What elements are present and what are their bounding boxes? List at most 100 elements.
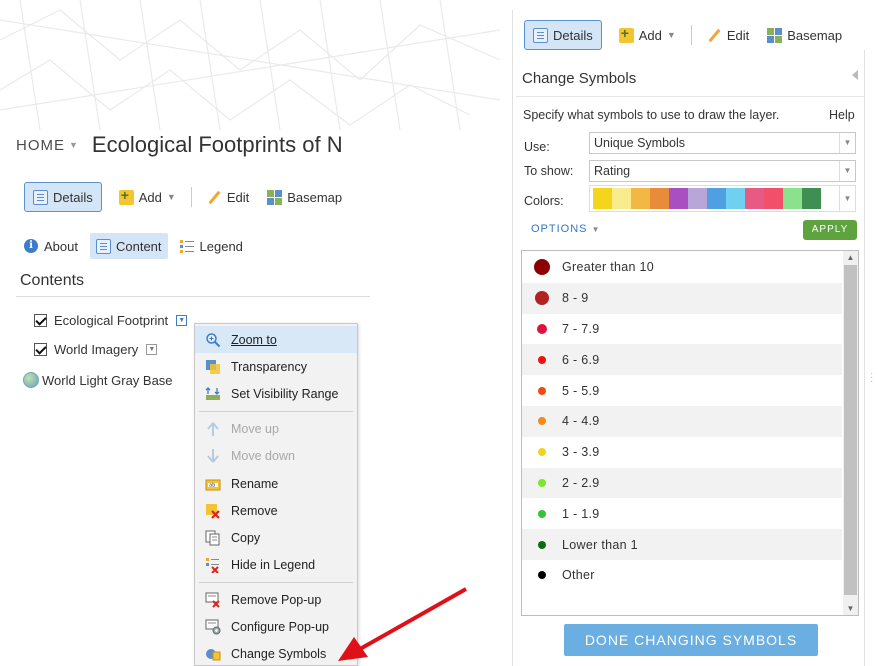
symbol-row[interactable]: 5 - 5.9 — [522, 375, 842, 406]
symbol-swatch-cell[interactable] — [522, 417, 562, 426]
collapse-icon[interactable] — [852, 70, 858, 80]
details-icon — [33, 189, 48, 205]
add-label: Add — [138, 189, 162, 205]
arrow-up-icon — [205, 421, 221, 437]
layer-label[interactable]: World Light Gray Base — [42, 373, 173, 388]
layer-item[interactable]: World Light Gray Base — [23, 372, 173, 388]
menu-separator — [199, 582, 353, 583]
menu-item-rename[interactable]: ab Rename — [195, 470, 357, 497]
symbol-row[interactable]: 1 - 1.9 — [522, 498, 842, 529]
pencil-icon — [207, 190, 222, 205]
menu-item-label: Zoom to — [231, 332, 277, 347]
scrollbar-thumb[interactable] — [844, 265, 857, 595]
layer-label[interactable]: World Imagery — [54, 342, 138, 357]
menu-item-copy[interactable]: Copy — [195, 524, 357, 551]
details-button[interactable]: Details — [24, 182, 102, 212]
symbol-row[interactable]: Other — [522, 560, 842, 591]
symbol-row[interactable]: Lower than 1 — [522, 529, 842, 560]
layer-label[interactable]: Ecological Footprint — [54, 313, 168, 328]
layer-visibility-checkbox[interactable] — [34, 343, 47, 356]
symbol-row[interactable]: Greater than 10 — [522, 252, 842, 283]
symbol-label: 1 - 1.9 — [562, 506, 600, 521]
tab-legend[interactable]: Legend — [174, 233, 249, 259]
resize-grip-icon[interactable]: · · · — [870, 369, 873, 387]
symbol-dot-icon[interactable] — [538, 386, 546, 395]
symbol-dot-icon[interactable] — [538, 417, 546, 426]
symbol-swatch-cell[interactable] — [522, 323, 562, 334]
edit-button[interactable]: Edit — [198, 182, 258, 212]
symbol-dot-icon[interactable] — [535, 291, 549, 306]
options-dropdown[interactable]: OPTIONS ▼ — [531, 223, 601, 235]
symbol-dot-icon[interactable] — [538, 448, 546, 457]
symbol-swatch-cell[interactable] — [522, 386, 562, 395]
menu-item-transparency[interactable]: Transparency — [195, 353, 357, 380]
symbol-swatch-cell[interactable] — [522, 509, 562, 518]
help-link[interactable]: Help — [829, 108, 855, 122]
divider — [516, 96, 864, 97]
symbol-swatch-cell[interactable] — [522, 291, 562, 306]
left-toolbar: Details Add ▼ Edit Basemap — [24, 182, 351, 212]
tab-about-label: About — [44, 238, 78, 254]
use-select[interactable]: Unique Symbols ▼ — [589, 132, 856, 154]
symbol-swatch-cell[interactable] — [522, 448, 562, 457]
symbol-label: 6 - 6.9 — [562, 352, 600, 367]
scroll-up-icon[interactable]: ▲ — [843, 251, 858, 264]
scrollbar[interactable]: ▲ ▼ — [843, 251, 858, 615]
add-button[interactable]: Add ▼ — [110, 182, 185, 212]
symbol-swatch-cell[interactable] — [522, 259, 562, 276]
to-show-select[interactable]: Rating ▼ — [589, 160, 856, 182]
layer-item[interactable]: Ecological Footprint ▼ — [34, 313, 188, 328]
menu-item-set-visibility-range[interactable]: Set Visibility Range — [195, 380, 357, 407]
symbol-dot-icon[interactable] — [538, 571, 546, 580]
panel-splitter[interactable] — [864, 50, 865, 666]
home-menu-link[interactable]: HOME — [16, 137, 65, 154]
color-swatch — [783, 188, 802, 209]
symbol-swatch-cell[interactable] — [522, 540, 562, 549]
symbol-row[interactable]: 2 - 2.9 — [522, 467, 842, 499]
apply-button[interactable]: APPLY — [803, 220, 857, 240]
to-show-select-value: Rating — [594, 164, 631, 178]
basemap-button[interactable]: Basemap — [258, 182, 351, 212]
basemap-button[interactable]: Basemap — [758, 20, 851, 50]
symbol-row[interactable]: 4 - 4.9 — [522, 406, 842, 437]
symbol-dot-icon[interactable] — [538, 509, 546, 518]
tab-content[interactable]: Content — [89, 233, 168, 259]
symbol-dot-icon[interactable] — [538, 355, 546, 364]
configure-popup-icon — [205, 619, 221, 635]
menu-item-move-down[interactable]: Move down — [195, 442, 357, 469]
details-button[interactable]: Details — [524, 20, 602, 50]
menu-item-move-up[interactable]: Move up — [195, 415, 357, 442]
symbol-row[interactable]: 7 - 7.9 — [522, 314, 842, 345]
layer-item[interactable]: World Imagery ▼ — [34, 342, 158, 357]
menu-item-label: Configure Pop-up — [231, 619, 329, 634]
symbol-dot-icon[interactable] — [534, 259, 550, 276]
chevron-down-icon: ▼ — [166, 192, 176, 202]
menu-item-zoom-to[interactable]: Zoom to — [195, 326, 357, 353]
color-ramp-select[interactable]: ▼ — [589, 185, 856, 212]
edit-label: Edit — [726, 27, 750, 43]
edit-button[interactable]: Edit — [698, 20, 758, 50]
symbol-swatch-cell[interactable] — [522, 571, 562, 580]
change-symbols-icon — [205, 646, 221, 662]
color-swatch — [764, 188, 783, 209]
symbol-dot-icon[interactable] — [538, 540, 546, 549]
symbol-dot-icon[interactable] — [537, 323, 547, 334]
symbol-swatch-cell[interactable] — [522, 355, 562, 364]
chevron-down-icon[interactable]: ▼ — [69, 140, 78, 150]
symbol-row[interactable]: 8 - 9 — [522, 282, 842, 314]
menu-item-hide-in-legend[interactable]: Hide in Legend — [195, 551, 357, 578]
symbol-row[interactable]: 3 - 3.9 — [522, 437, 842, 468]
symbol-swatch-cell[interactable] — [522, 478, 562, 487]
layer-options-dropdown-icon[interactable]: ▼ — [176, 315, 188, 326]
symbol-dot-icon[interactable] — [538, 478, 546, 487]
layer-visibility-checkbox[interactable] — [34, 314, 47, 327]
menu-item-remove[interactable]: Remove — [195, 497, 357, 524]
arrow-down-icon — [205, 448, 221, 464]
tab-about[interactable]: i About — [18, 233, 84, 259]
symbol-row[interactable]: 6 - 6.9 — [522, 344, 842, 376]
layer-options-dropdown-icon[interactable]: ▼ — [146, 344, 158, 355]
add-button[interactable]: Add ▼ — [610, 20, 685, 50]
done-changing-symbols-button[interactable]: DONE CHANGING SYMBOLS — [564, 624, 818, 656]
pencil-icon — [707, 28, 722, 43]
scroll-down-icon[interactable]: ▼ — [843, 602, 858, 615]
